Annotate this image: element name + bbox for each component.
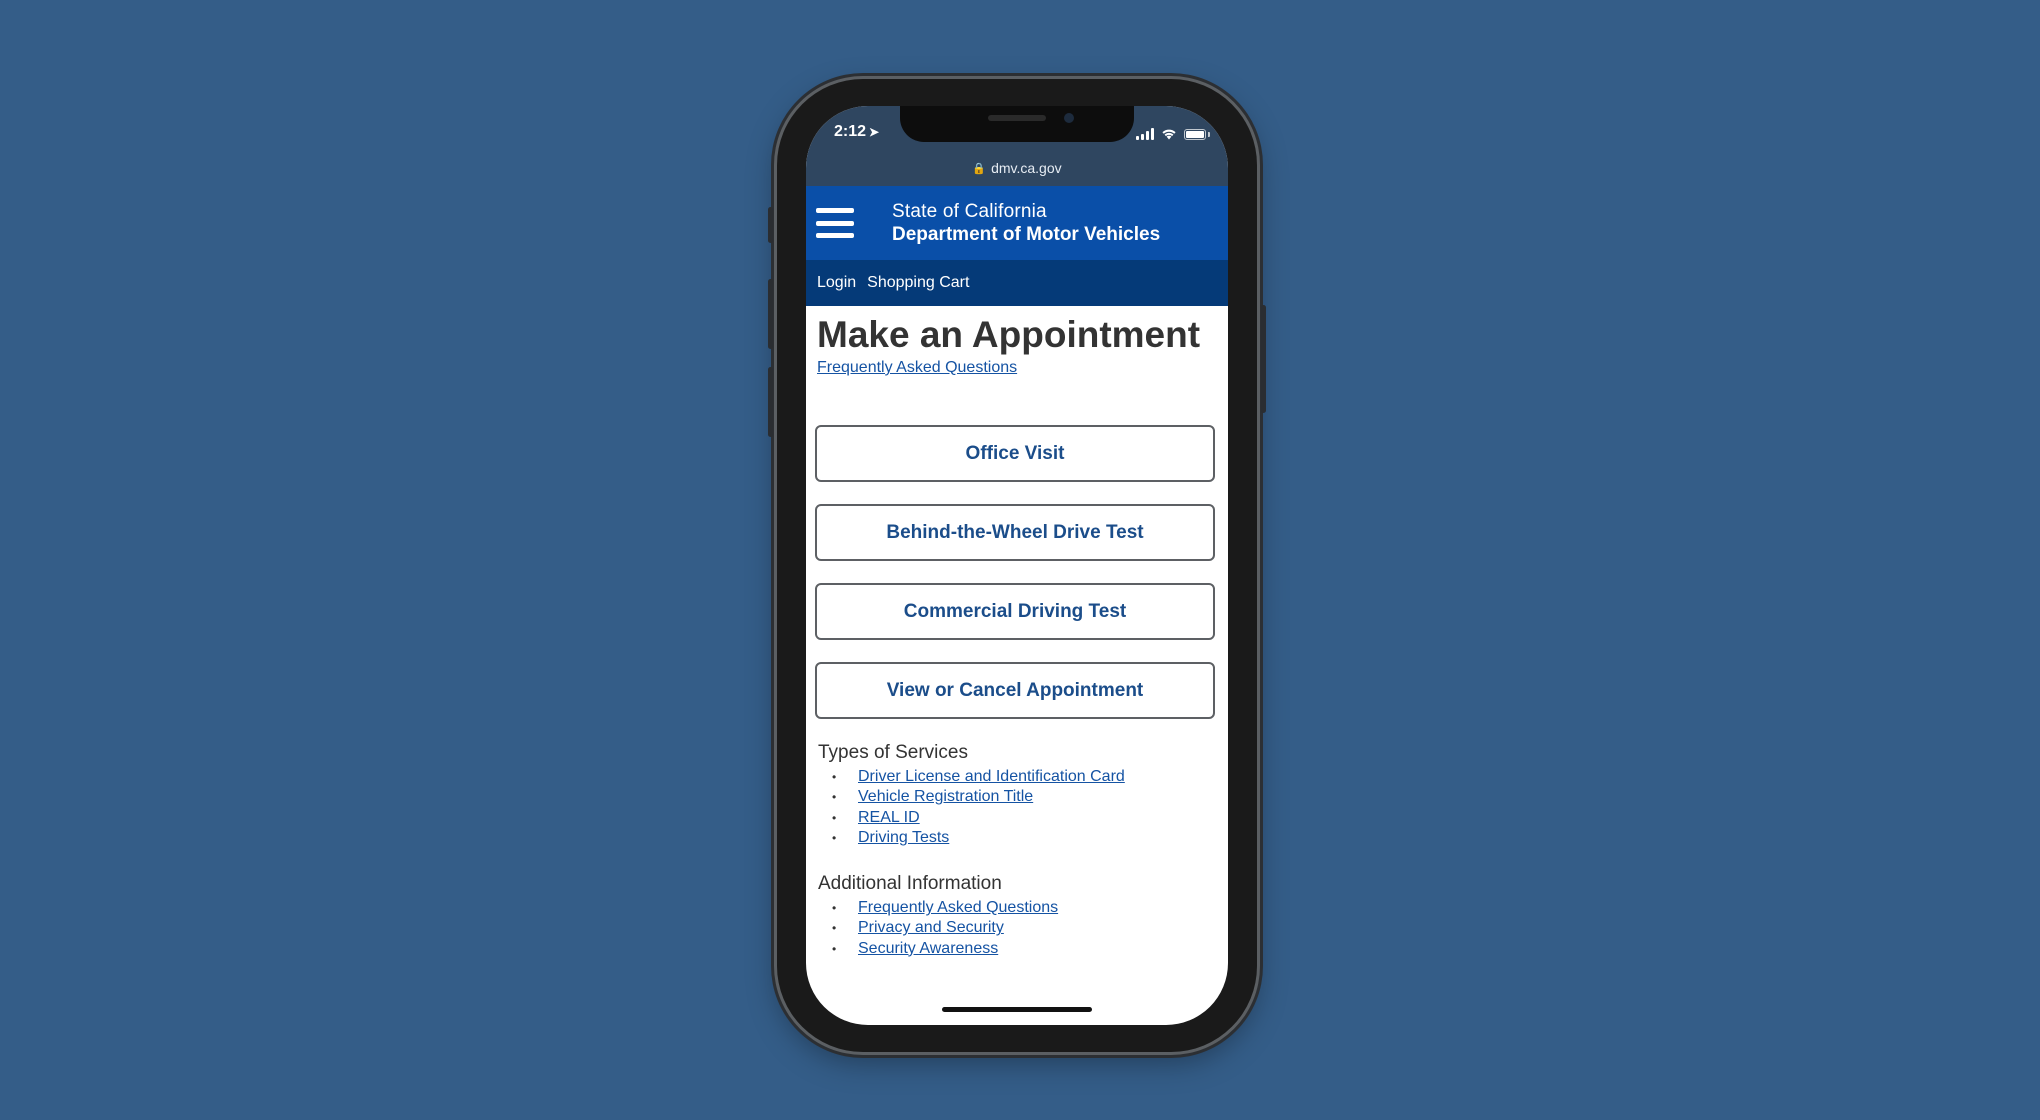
info-link-security-awareness[interactable]: Security Awareness [858, 940, 998, 958]
battery-tip [1208, 132, 1210, 137]
lock-icon: 🔒 [972, 162, 987, 175]
faq-link[interactable]: Frequently Asked Questions [817, 359, 1017, 377]
status-time: 2:12 ➤ [834, 123, 879, 141]
home-indicator[interactable] [942, 1007, 1092, 1012]
additional-info-heading: Additional Information [818, 873, 1002, 894]
notch [900, 106, 1134, 142]
site-brand[interactable]: State of California Department of Motor … [892, 201, 1160, 246]
service-link-vehicle-registration[interactable]: Vehicle Registration Title [858, 788, 1033, 806]
view-cancel-button[interactable]: View or Cancel Appointment [815, 662, 1215, 719]
bullet-icon: • [832, 790, 837, 805]
list-item: • Privacy and Security [832, 918, 1058, 938]
list-item: • Frequently Asked Questions [832, 898, 1058, 918]
bullet-icon: • [832, 941, 837, 956]
front-camera [1064, 113, 1074, 123]
list-item: • REAL ID [832, 808, 1125, 828]
info-link-privacy[interactable]: Privacy and Security [858, 919, 1004, 937]
services-list: • Driver License and Identification Card … [832, 767, 1125, 848]
services-heading: Types of Services [818, 742, 968, 763]
url-text: dmv.ca.gov [991, 160, 1062, 176]
time-text: 2:12 [834, 123, 867, 140]
speaker-grille [988, 115, 1046, 121]
drive-test-button[interactable]: Behind-the-Wheel Drive Test [815, 504, 1215, 561]
sub-navigation: Login Shopping Cart [806, 260, 1228, 306]
bullet-icon: • [832, 901, 837, 916]
bullet-icon: • [832, 770, 837, 785]
volume-up-button [768, 279, 773, 349]
info-link-faq[interactable]: Frequently Asked Questions [858, 899, 1058, 917]
list-item: • Driving Tests [832, 828, 1125, 848]
phone-frame: 2:12 ➤ 🔒 dmv.ca.gov State of California … [768, 79, 1266, 1052]
additional-info-list: • Frequently Asked Questions • Privacy and… [832, 898, 1058, 959]
battery-icon [1184, 129, 1206, 140]
bullet-icon: • [832, 831, 837, 846]
office-visit-button[interactable]: Office Visit [815, 425, 1215, 482]
browser-url-bar[interactable]: 🔒 dmv.ca.gov [806, 150, 1228, 186]
commercial-test-button[interactable]: Commercial Driving Test [815, 583, 1215, 640]
cellular-signal-icon [1136, 128, 1154, 140]
brand-department: Department of Motor Vehicles [892, 224, 1161, 245]
service-link-driver-license[interactable]: Driver License and Identification Card [858, 768, 1125, 786]
list-item: • Security Awareness [832, 939, 1058, 959]
service-link-real-id[interactable]: REAL ID [858, 809, 920, 827]
shopping-cart-link[interactable]: Shopping Cart [867, 274, 969, 292]
volume-down-button [768, 367, 773, 437]
wifi-icon [1162, 129, 1176, 140]
login-link[interactable]: Login [817, 274, 856, 292]
status-icons [1136, 126, 1210, 140]
status-bar: 2:12 ➤ [806, 106, 1228, 150]
site-header: State of California Department of Motor … [806, 186, 1228, 260]
list-item: • Driver License and Identification Card [832, 767, 1125, 787]
silent-switch [768, 207, 773, 243]
page-title: Make an Appointment [817, 314, 1201, 355]
location-arrow-icon: ➤ [869, 125, 880, 139]
service-link-driving-tests[interactable]: Driving Tests [858, 829, 949, 847]
hamburger-menu-icon[interactable] [816, 208, 854, 238]
list-item: • Vehicle Registration Title [832, 787, 1125, 807]
power-button [1261, 305, 1266, 413]
bullet-icon: • [832, 810, 837, 825]
bullet-icon: • [832, 921, 837, 936]
phone-screen: 2:12 ➤ 🔒 dmv.ca.gov State of California … [806, 106, 1228, 1025]
brand-state: State of California [892, 201, 1047, 222]
